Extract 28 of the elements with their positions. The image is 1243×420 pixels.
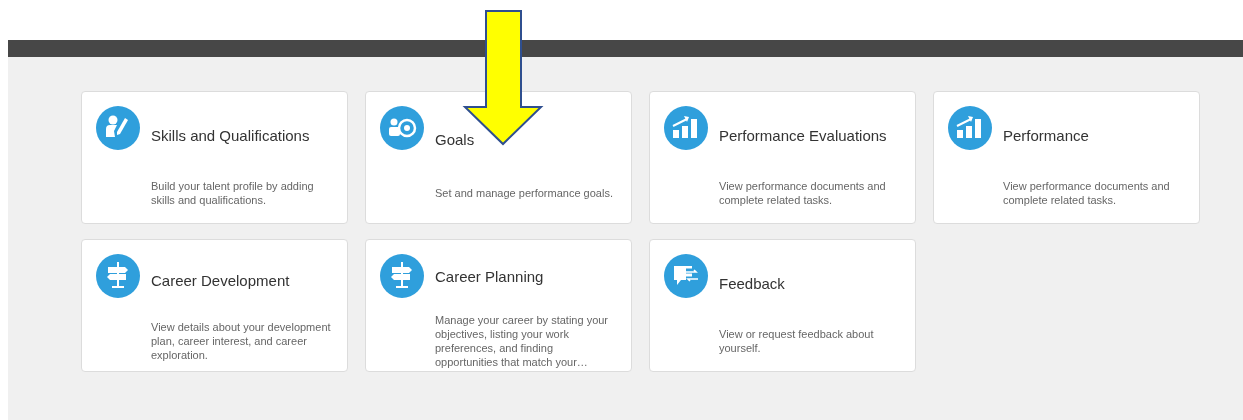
tile-card[interactable]: Feedback View or request feedback about yourself. <box>649 239 916 372</box>
person-target-icon <box>380 106 424 150</box>
tile-card[interactable]: Goals Set and manage performance goals. <box>365 91 632 224</box>
tile-card[interactable]: Career Development View details about your development plan, career interest, and career exploration. <box>81 239 348 372</box>
bar-chart-icon <box>664 106 708 150</box>
tile-title: Feedback <box>719 274 786 295</box>
signpost-icon <box>96 254 140 298</box>
tile-description: View performance documents and complete related tasks. <box>1003 178 1171 208</box>
tile-card[interactable]: Skills and Qualifications Build your talent profile by adding skills and qualifications. <box>81 91 348 224</box>
tile-description: Set and manage performance goals. <box>435 185 614 201</box>
tile-title: Skills and Qualifications <box>151 126 311 147</box>
tile-description: Manage your career by stating your objectives, listing your work preferences, and finding opportunities that match your… <box>435 312 610 370</box>
tile-description: Build your talent profile by adding skills and qualifications. <box>151 178 315 208</box>
tile-card[interactable]: Performance Evaluations View performance documents and complete related tasks. <box>649 91 916 224</box>
signpost-icon <box>380 254 424 298</box>
tile-title: Performance <box>1003 126 1090 147</box>
tile-title: Goals <box>435 129 476 150</box>
person-pencil-icon <box>96 106 140 150</box>
tile-card[interactable]: Career Planning Manage your career by stating your objectives, listing your work preferences, and finding opportunities that match your… <box>365 239 632 372</box>
tile-description: View performance documents and complete related tasks. <box>719 178 887 208</box>
tile-title: Career Planning <box>435 267 545 288</box>
tile-description: View details about your development plan, career interest, and career exploration. <box>151 319 332 363</box>
tile-title: Performance Evaluations <box>719 126 888 147</box>
tile-card[interactable]: Performance View performance documents and complete related tasks. <box>933 91 1200 224</box>
tile-description: View or request feedback about yourself. <box>719 326 875 356</box>
tile-title: Career Development <box>151 270 291 291</box>
speech-bubble-icon <box>664 254 708 298</box>
bar-chart-icon <box>948 106 992 150</box>
